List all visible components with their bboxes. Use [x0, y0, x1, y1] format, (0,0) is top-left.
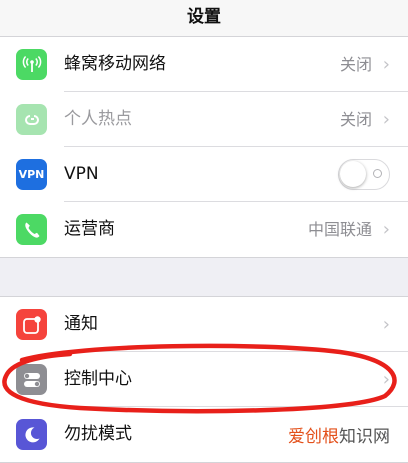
notifications-row[interactable]: 通知 › — [0, 297, 408, 352]
toggle-off-indicator — [373, 169, 382, 178]
settings-group-network: 蜂窝移动网络 关闭 › 个人热点 关闭 › VPN VPN 运营商 中国联通 › — [0, 36, 408, 258]
carrier-row[interactable]: 运营商 中国联通 › — [0, 202, 408, 257]
carrier-value: 中国联通 — [307, 220, 372, 239]
vpn-toggle[interactable] — [338, 159, 390, 190]
notifications-icon — [16, 309, 47, 340]
vpn-label: VPN — [64, 164, 99, 184]
watermark-part-1: 爱创根 — [288, 427, 339, 447]
do-not-disturb-label: 勿扰模式 — [64, 424, 132, 444]
navigation-bar: 设置 — [0, 0, 408, 38]
moon-icon — [16, 419, 47, 450]
chevron-right-icon: › — [382, 219, 390, 240]
toggle-knob — [340, 161, 366, 187]
watermark-part-2: 知识网 — [339, 427, 390, 447]
control-center-row[interactable]: 控制中心 › — [0, 352, 408, 407]
cellular-label: 蜂窝移动网络 — [64, 54, 166, 74]
chevron-right-icon: › — [382, 109, 390, 130]
watermark: 爱创根知识网 — [288, 422, 390, 447]
page-title: 设置 — [187, 7, 221, 27]
vpn-icon: VPN — [16, 159, 47, 190]
personal-hotspot-value: 关闭 — [339, 110, 372, 129]
chevron-right-icon: › — [382, 314, 390, 335]
cellular-value: 关闭 — [339, 55, 372, 74]
notifications-label: 通知 — [64, 314, 98, 334]
vpn-row: VPN VPN — [0, 147, 408, 202]
personal-hotspot-label: 个人热点 — [64, 109, 132, 129]
chevron-right-icon: › — [382, 54, 390, 75]
control-center-label: 控制中心 — [64, 369, 132, 389]
hotspot-icon — [16, 104, 47, 135]
vpn-icon-text: VPN — [18, 168, 45, 181]
antenna-icon — [16, 49, 47, 80]
personal-hotspot-row[interactable]: 个人热点 关闭 › — [0, 92, 408, 147]
phone-icon — [16, 214, 47, 245]
carrier-label: 运营商 — [64, 219, 115, 239]
cellular-row[interactable]: 蜂窝移动网络 关闭 › — [0, 37, 408, 92]
chevron-right-icon: › — [382, 369, 390, 390]
control-center-icon — [16, 364, 47, 395]
